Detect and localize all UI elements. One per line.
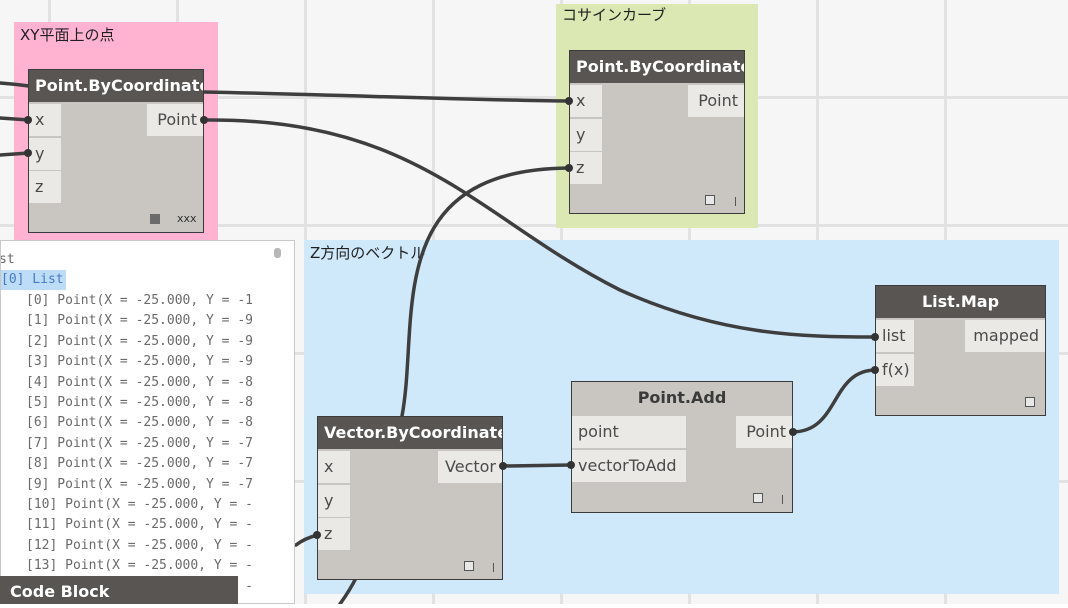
watch-list-item[interactable]: [5] Point(X = -25.000, Y = -8: [26, 393, 253, 413]
watch-list-item[interactable]: [8] Point(X = -25.000, Y = -7: [26, 454, 253, 474]
input-port-y[interactable]: y: [318, 485, 350, 517]
watch-header: st: [0, 252, 15, 267]
preview-toggle[interactable]: [464, 561, 474, 571]
group-title: Z方向のベクトル: [310, 244, 426, 262]
code-block-node-header[interactable]: Code Block: [0, 576, 238, 604]
output-port-point[interactable]: Point: [147, 104, 203, 136]
preview-toggle[interactable]: [705, 195, 715, 205]
output-port-point[interactable]: Point: [688, 85, 744, 117]
watch-list-item[interactable]: [3] Point(X = -25.000, Y = -9: [26, 352, 253, 372]
input-port-x[interactable]: x: [318, 451, 350, 483]
preview-toggle[interactable]: [1025, 397, 1035, 407]
port-dot: [313, 531, 321, 539]
input-port-z[interactable]: z: [570, 152, 602, 184]
point-add-node[interactable]: Point.Add point vectorToAdd Point: [571, 381, 793, 513]
preview-toggle[interactable]: [753, 493, 763, 503]
lacing-indicator: [782, 495, 783, 504]
port-dot: [24, 116, 32, 124]
node-title[interactable]: List.Map: [876, 286, 1045, 318]
port-dot: [871, 333, 879, 341]
scrollbar-thumb[interactable]: [274, 248, 281, 258]
input-port-list[interactable]: list: [876, 320, 914, 352]
vector-by-coordinates-node[interactable]: Vector.ByCoordinates x y z Vector: [317, 416, 503, 580]
watch-list-item[interactable]: [2] Point(X = -25.000, Y = -9: [26, 332, 253, 352]
node-title[interactable]: Point.ByCoordinates: [570, 51, 744, 83]
watch-list-item-selected[interactable]: [0] List: [1, 270, 66, 290]
node-title[interactable]: Point.Add: [572, 382, 792, 414]
list-map-node[interactable]: List.Map list f(x) mapped: [875, 285, 1046, 416]
point-by-coordinates-node[interactable]: Point.ByCoordinates x y z Point: [569, 50, 745, 214]
watch-list-item[interactable]: [7] Point(X = -25.000, Y = -7: [26, 434, 253, 454]
output-port-point[interactable]: Point: [736, 416, 792, 448]
watch-list-item[interactable]: [12] Point(X = -25.000, Y = -: [26, 536, 253, 556]
watch-list-item[interactable]: [1] Point(X = -25.000, Y = -9: [26, 311, 253, 331]
watch-list-item[interactable]: [11] Point(X = -25.000, Y = -: [26, 515, 253, 535]
lacing-indicator: [493, 563, 494, 572]
lacing-indicator: [735, 197, 736, 206]
watch-list-item[interactable]: [9] Point(X = -25.000, Y = -7: [26, 475, 253, 495]
watch-list-item[interactable]: [10] Point(X = -25.000, Y = -: [26, 495, 253, 515]
input-port-x[interactable]: x: [29, 104, 61, 136]
port-dot: [789, 428, 797, 436]
port-dot: [24, 149, 32, 157]
port-dot: [871, 366, 879, 374]
input-port-vector-to-add[interactable]: vectorToAdd: [572, 450, 686, 482]
port-dot: [499, 462, 507, 470]
output-port-mapped[interactable]: mapped: [965, 320, 1045, 352]
port-dot: [565, 164, 573, 172]
preview-toggle[interactable]: [150, 214, 160, 224]
input-port-fx[interactable]: f(x): [876, 354, 914, 386]
input-port-z[interactable]: z: [29, 171, 61, 203]
port-dot: [565, 97, 573, 105]
node-title[interactable]: Vector.ByCoordinates: [318, 417, 502, 449]
input-port-point[interactable]: point: [572, 416, 686, 448]
port-dot: [200, 116, 208, 124]
watch-list-item[interactable]: [13] Point(X = -25.000, Y = -: [26, 556, 253, 576]
group-title: コサインカーブ: [562, 6, 667, 24]
point-by-coordinates-node[interactable]: Point.ByCoordinates x y z Point xxx: [28, 69, 204, 233]
output-port-vector[interactable]: Vector: [438, 451, 502, 483]
lacing-indicator: xxx: [177, 212, 197, 225]
watch-list-item[interactable]: [6] Point(X = -25.000, Y = -8: [26, 413, 253, 433]
input-port-z[interactable]: z: [318, 518, 350, 550]
input-port-y[interactable]: y: [29, 138, 61, 170]
group-title: XY平面上の点: [20, 26, 115, 44]
port-dot: [567, 461, 575, 469]
input-port-x[interactable]: x: [570, 85, 602, 117]
watch-list-item[interactable]: [0] Point(X = -25.000, Y = -1: [26, 291, 253, 311]
watch-list-item[interactable]: [4] Point(X = -25.000, Y = -8: [26, 373, 253, 393]
input-port-y[interactable]: y: [570, 119, 602, 151]
node-title[interactable]: Point.ByCoordinates: [29, 70, 203, 102]
watch-preview-panel[interactable]: st [0] List [0] Point(X = -25.000, Y = -…: [0, 240, 295, 604]
